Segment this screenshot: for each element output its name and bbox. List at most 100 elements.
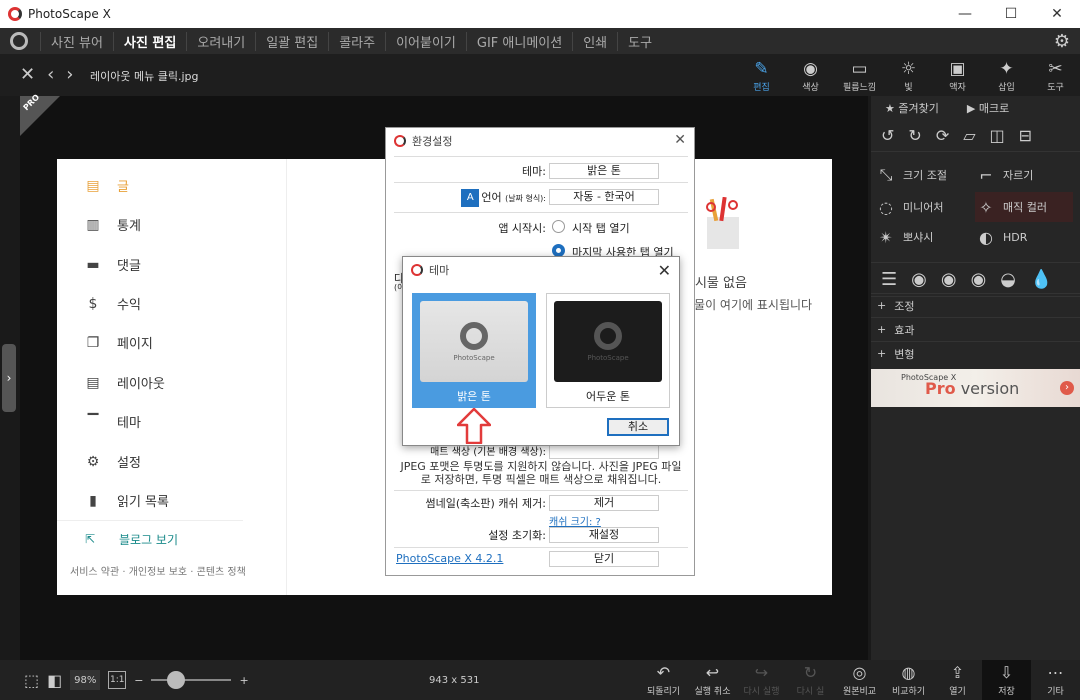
action-label: 원본비교 <box>842 687 877 697</box>
save-button[interactable]: ⇩ 저장 <box>982 660 1031 700</box>
compare-original-button[interactable]: ◎ 원본비교 <box>835 660 884 700</box>
filter-preset-icon[interactable]: ◒ <box>1000 269 1016 290</box>
rotate-right-icon[interactable]: ↻ <box>908 126 921 145</box>
droplet-icon[interactable]: 💧 <box>1030 269 1052 290</box>
section-label: 변형 <box>894 347 915 361</box>
action-label: 다시 실 <box>796 687 825 697</box>
previous-icon[interactable]: ‹ <box>47 64 54 85</box>
favorites-tab[interactable]: ★ 즐겨찾기 <box>885 100 939 116</box>
perspective-icon[interactable]: ▱ <box>963 126 975 145</box>
theme-dialog: 테마 ✕ PhotoScape 밝은 톤 PhotoScape 어두운 톤 취소 <box>402 256 680 446</box>
home-icon[interactable] <box>10 32 28 50</box>
section-transform[interactable]: + 변형 <box>871 341 1080 365</box>
filter-preset-icon[interactable]: ◉ <box>941 269 957 290</box>
revert-button[interactable]: ↶ 되돌리기 <box>639 660 688 700</box>
bottom-bar: ⬚ ◧ 98% 1:1 − + 943 x 531 ↶ 되돌리기 ↩ 실행 취소 ↪… <box>0 660 1080 700</box>
tool-color[interactable]: ◉ 색상 <box>786 54 835 96</box>
menu-photo-viewer[interactable]: 사진 뷰어 <box>40 31 113 51</box>
light-theme-preview: PhotoScape <box>420 301 528 382</box>
divider <box>394 547 688 548</box>
bloom-button[interactable]: ✴ 뽀샤시 <box>875 222 973 252</box>
grid-icon[interactable]: ⬚ <box>24 671 39 690</box>
dark-theme-label: 어두운 톤 <box>586 390 630 403</box>
miniature-button[interactable]: ◌ 미니어처 <box>875 192 973 222</box>
straighten-icon[interactable]: ⟳ <box>936 126 949 145</box>
minimize-button[interactable]: — <box>942 0 988 28</box>
expand-left-panel-button[interactable]: › <box>2 344 16 412</box>
tool-tools[interactable]: ✂ 도구 <box>1031 54 1080 96</box>
tool-edit[interactable]: ✎ 편집 <box>737 54 786 96</box>
list-icon[interactable]: ☰ <box>881 269 897 290</box>
rotate-left-icon[interactable]: ↺ <box>881 126 894 145</box>
close-icon[interactable]: ✕ <box>20 64 35 85</box>
menu-batch-edit[interactable]: 일괄 편집 <box>255 31 328 51</box>
app-logo-icon <box>8 7 22 21</box>
compare-split-icon[interactable]: ◧ <box>47 671 62 690</box>
film-icon: ▭ <box>851 58 868 79</box>
editor-toolbar: ✕ ‹ › 레이아웃 메뉴 클릭.jpg ✎ 편집 ◉ 색상 ▭ 필름느낌 ☼ 빛 ▣ 액… <box>0 54 1080 96</box>
zoom-out-button[interactable]: − <box>134 674 143 687</box>
flip-horizontal-icon[interactable]: ◫ <box>990 126 1005 145</box>
sidebar-item-layout: ▤ 레이아웃 <box>85 373 164 393</box>
open-button[interactable]: ⇪ 열기 <box>933 660 982 700</box>
cancel-button: 취소 <box>607 418 669 436</box>
more-button[interactable]: ⋯ 기타 <box>1031 660 1080 700</box>
gear-icon: ⚙ <box>86 453 100 470</box>
filter-preset-icon[interactable]: ◉ <box>911 269 927 290</box>
menu-collage[interactable]: 콜라주 <box>328 31 385 51</box>
tool-frame[interactable]: ▣ 액자 <box>933 54 982 96</box>
tool-label: 빛 <box>904 82 913 93</box>
macro-tab[interactable]: ▶ 매크로 <box>967 100 1009 116</box>
menu-photo-edit[interactable]: 사진 편집 <box>112 31 186 51</box>
pro-version-banner[interactable]: PhotoScape X Pro version › <box>871 369 1080 407</box>
compare-button[interactable]: ◍ 비교하기 <box>884 660 933 700</box>
layout-icon: ▤ <box>86 374 100 391</box>
menu-combine[interactable]: 이어붙이기 <box>385 31 466 51</box>
filter-presets-row: ☰ ◉ ◉ ◉ ◒ 💧 <box>871 262 1080 297</box>
sidebar-item-label: 수익 <box>117 298 141 313</box>
magic-color-button[interactable]: ✧ 매직 컬러 <box>975 192 1073 222</box>
sidebar-item-label: 설정 <box>117 456 141 471</box>
action-label: 저장 <box>998 687 1015 697</box>
tool-light[interactable]: ☼ 빛 <box>884 54 933 96</box>
tool-label: 삽입 <box>998 82 1015 93</box>
flip-vertical-icon[interactable]: ⊟ <box>1019 126 1032 145</box>
button-label: HDR <box>1003 230 1028 244</box>
section-adjust[interactable]: + 조정 <box>871 293 1080 317</box>
tool-label: 액자 <box>949 82 966 93</box>
filter-preset-icon[interactable]: ◉ <box>971 269 987 290</box>
tool-insert[interactable]: ✦ 삽입 <box>982 54 1031 96</box>
maximize-button[interactable]: ☐ <box>988 0 1034 28</box>
language-label-group: A 언어 (날짜 형식): <box>461 189 546 207</box>
section-effects[interactable]: + 효과 <box>871 317 1080 341</box>
redo-button[interactable]: ↪ 다시 실행 <box>737 660 786 700</box>
menu-tools[interactable]: 도구 <box>617 31 662 51</box>
close-window-button[interactable]: ✕ <box>1034 0 1080 28</box>
actual-size-button[interactable]: 1:1 <box>108 671 127 689</box>
menu-cut-out[interactable]: 오려내기 <box>186 31 255 51</box>
menu-print[interactable]: 인쇄 <box>572 31 617 51</box>
zoom-value[interactable]: 98% <box>70 670 101 690</box>
crop-button[interactable]: ⌐ 자르기 <box>975 160 1073 190</box>
settings-gear-icon[interactable]: ⚙ <box>1054 31 1070 52</box>
insert-icon: ✦ <box>999 58 1014 79</box>
promo-version-text: version <box>955 379 1020 398</box>
next-icon[interactable]: › <box>66 64 73 85</box>
startup-label: 앱 시작시: <box>498 222 546 235</box>
redo-all-button[interactable]: ↻ 다시 실 <box>786 660 835 700</box>
undo-button[interactable]: ↩ 실행 취소 <box>688 660 737 700</box>
tool-film[interactable]: ▭ 필름느낌 <box>835 54 884 96</box>
right-tool-panel: ★ 즐겨찾기 ▶ 매크로 ↺ ↻ ⟳ ▱ ◫ ⊟ ⤡ 크기 조절 ⌐ 자르기 ◌ 미니… <box>871 96 1080 660</box>
hdr-button[interactable]: ◐ HDR <box>975 222 1073 252</box>
resize-button[interactable]: ⤡ 크기 조절 <box>875 160 973 190</box>
plus-icon: + <box>877 323 887 336</box>
dark-theme-preview: PhotoScape <box>554 301 662 382</box>
zoom-slider[interactable] <box>151 671 232 689</box>
zoom-in-button[interactable]: + <box>239 674 248 687</box>
blog-sidebar: ▤ 글 ▥ 통계 ▬ 댓글 $ 수익 ❐ 페이지 ▤ 레이아웃 ▔ 테마 ⚙ 설정 ▮ 읽기 목록… <box>57 159 287 595</box>
sidebar-item-label: 읽기 목록 <box>117 495 169 510</box>
red-arrow-annotation <box>457 408 491 444</box>
menu-gif-animation[interactable]: GIF 애니메이션 <box>465 31 572 51</box>
sidebar-item-label: 댓글 <box>117 259 141 274</box>
zoom-slider-knob[interactable] <box>167 671 186 689</box>
